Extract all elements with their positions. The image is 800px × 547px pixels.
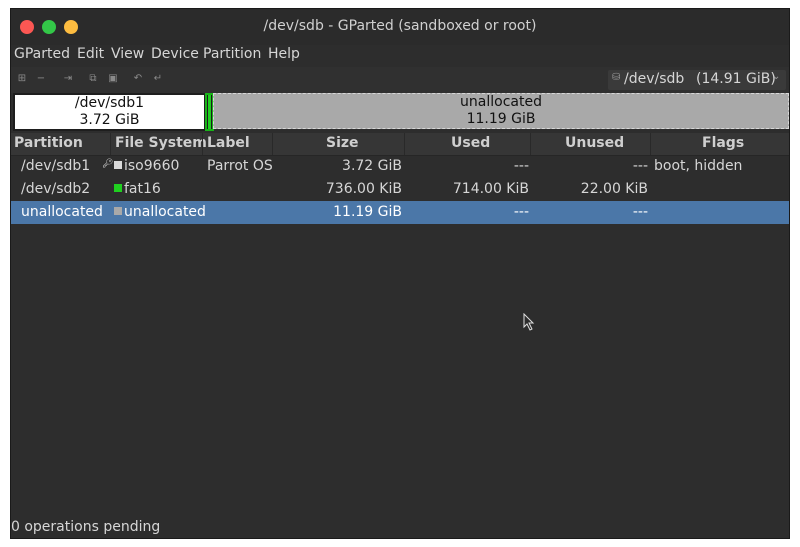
fs-color-swatch [114,184,122,192]
cell-partition: /dev/sdb1 [21,158,91,174]
fs-color-swatch [114,207,122,215]
fs-name: unallocated [124,204,206,220]
device-selector[interactable]: ⛁ /dev/sdb (14.91 GiB) ⌄ [608,70,786,90]
cell-partition: unallocated [21,204,103,220]
menu-device[interactable]: Device [151,46,199,62]
delete-icon[interactable]: − [34,71,48,87]
column-flags[interactable]: Flags [702,135,744,151]
title-bar[interactable]: /dev/sdb - GParted (sandboxed or root) [11,9,789,45]
status-text: 0 operations pending [11,519,161,535]
segment-size: 3.72 GiB [79,112,140,128]
menu-view[interactable]: View [111,46,144,62]
fs-name: iso9660 [124,158,180,174]
column-divider [110,133,111,155]
column-divider [202,133,203,155]
cell-file-system: fat16 [114,181,161,197]
window-title: /dev/sdb - GParted (sandboxed or root) [263,18,537,34]
column-size[interactable]: Size [326,135,359,151]
table-row[interactable]: /dev/sdb2 fat16 736.00 KiB 714.00 KiB 22… [11,178,789,201]
column-divider [272,133,273,155]
disk-map-segment-unallocated[interactable]: unallocated 11.19 GiB [213,93,789,129]
cell-label: Parrot OS [207,158,273,174]
column-divider [530,133,531,155]
column-used[interactable]: Used [451,135,490,151]
disk-map-segment-sdb1[interactable]: /dev/sdb1 3.72 GiB [13,93,206,131]
apply-icon[interactable]: ↵ [151,71,165,87]
mouse-cursor-icon [523,313,535,331]
toolbar: ⊞ − ⇥ ⧉ ▣ ↶ ↵ ⛁ /dev/sdb (14.91 GiB) ⌄ [11,67,789,93]
cell-unused: 22.00 KiB [580,181,648,197]
cell-used: --- [513,204,529,220]
cell-used: --- [513,158,529,174]
paste-icon[interactable]: ▣ [106,71,120,87]
segment-name: unallocated [460,94,542,110]
menu-edit[interactable]: Edit [77,46,104,62]
menu-help[interactable]: Help [268,46,300,62]
resize-move-icon[interactable]: ⇥ [61,71,75,87]
column-partition[interactable]: Partition [14,135,83,151]
cell-file-system: iso9660 [114,158,179,174]
column-file-system[interactable]: File System [115,135,207,151]
segment-name: /dev/sdb1 [74,95,145,111]
disk-icon: ⛁ [612,72,621,83]
table-row-selected[interactable]: unallocated unallocated 11.19 GiB --- --… [11,201,789,224]
chevron-down-icon: ⌄ [772,71,781,82]
status-bar: 0 operations pending [11,517,789,538]
fs-color-swatch [114,161,122,169]
device-name: /dev/sdb [624,71,685,87]
device-size: (14.91 GiB) [696,71,776,87]
segment-fill [208,95,211,129]
cell-size: 736.00 KiB [325,181,402,197]
column-divider [404,133,405,155]
column-unused[interactable]: Unused [565,135,624,151]
disk-map: /dev/sdb1 3.72 GiB unallocated 11.19 GiB [11,93,789,131]
table-row[interactable]: /dev/sdb1 🔑︎ iso9660 Parrot OS 3.72 GiB … [11,155,789,178]
cell-file-system: unallocated [114,204,206,220]
menu-partition[interactable]: Partition [203,46,261,62]
cell-partition: /dev/sdb2 [21,181,91,197]
undo-icon[interactable]: ↶ [131,71,145,87]
column-divider [650,133,651,155]
cell-flags: boot, hidden [654,158,743,174]
new-icon[interactable]: ⊞ [15,71,29,87]
cell-used: 714.00 KiB [452,181,529,197]
menu-bar: GParted Edit View Device Partition Help [11,45,789,67]
segment-size: 11.19 GiB [466,111,536,127]
key-icon: 🔑︎ [102,159,114,169]
cell-unused: --- [632,204,648,220]
cell-unused: --- [632,158,648,174]
cell-size: 3.72 GiB [342,158,402,174]
gparted-window: /dev/sdb - GParted (sandboxed or root) G… [10,8,790,539]
partition-table-header: Partition File System Label Size Used Un… [11,133,789,156]
column-label[interactable]: Label [207,135,250,151]
menu-gparted[interactable]: GParted [14,46,70,62]
copy-icon[interactable]: ⧉ [86,71,100,87]
fs-name: fat16 [124,181,161,197]
cell-size: 11.19 GiB [333,204,402,220]
